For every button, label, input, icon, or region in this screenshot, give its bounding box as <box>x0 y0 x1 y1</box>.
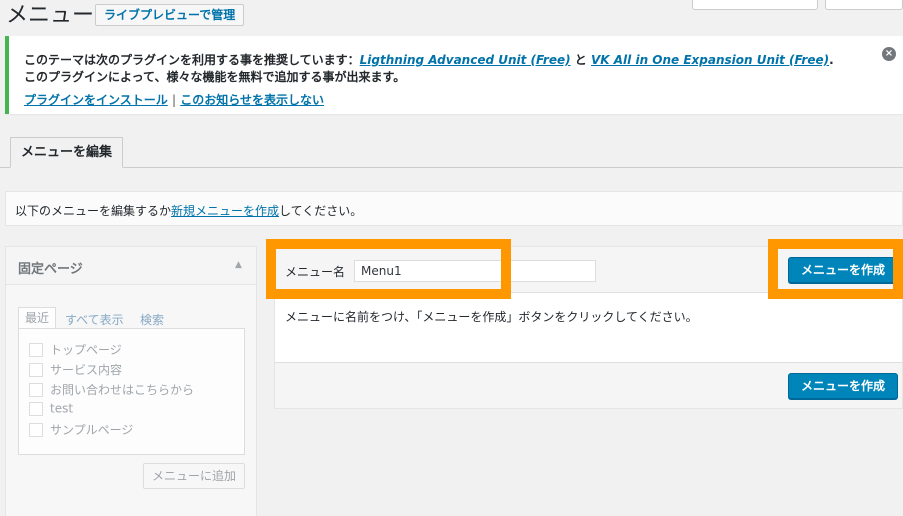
help-tab[interactable] <box>825 0 903 10</box>
list-item[interactable]: サービス内容 <box>29 361 122 381</box>
list-item[interactable]: test <box>29 401 73 421</box>
pages-accordion-body: 最近 すべて表示 検索 トップページ サービス内容 お問い合わせはこちらから t… <box>6 285 256 516</box>
list-item[interactable]: お問い合わせはこちらから <box>29 381 194 401</box>
checkbox[interactable] <box>29 342 43 357</box>
list-item[interactable]: トップページ <box>29 341 122 361</box>
plugin-link-vk-expansion[interactable]: VK All in One Expansion Unit (Free) <box>591 53 829 67</box>
hide-notice-link[interactable]: このお知らせを表示しない <box>180 93 324 107</box>
manage-menus-bar: 以下のメニューを編集するか新規メニューを作成してください。 <box>5 191 903 226</box>
notice-actions: プラグインをインストール | このお知らせを表示しない <box>24 93 324 107</box>
pages-accordion-title: 固定ページ <box>18 262 83 277</box>
install-plugins-link[interactable]: プラグインをインストール <box>24 93 168 107</box>
checkbox[interactable] <box>29 382 43 397</box>
manage-menus-text: 以下のメニューを編集するか新規メニューを作成してください。 <box>15 204 363 218</box>
plugin-notice: このテーマは次のプラグインを利用する事を推奨しています：Ligthning Ad… <box>5 36 903 114</box>
notice-recommendation: このテーマは次のプラグインを利用する事を推奨しています：Ligthning Ad… <box>24 53 834 67</box>
tab-view-all[interactable]: すべて表示 <box>65 311 124 328</box>
checkbox[interactable] <box>29 401 43 416</box>
notice-description: このプラグインによって、様々な機能を無料で追加する事が出来ます。 <box>24 70 406 84</box>
dismiss-icon[interactable]: × <box>882 47 896 61</box>
plugin-link-lightning[interactable]: Ligthning Advanced Unit (Free) <box>360 53 571 67</box>
tab-recent[interactable]: 最近 <box>18 307 57 329</box>
screen-options-tab[interactable] <box>692 0 818 10</box>
page-title: メニュー <box>6 3 95 28</box>
checkbox[interactable] <box>29 422 43 437</box>
add-to-menu-button[interactable]: メニューに追加 <box>143 463 246 489</box>
highlight-create-button <box>768 239 903 299</box>
pages-accordion: 固定ページ ▲ 最近 すべて表示 検索 トップページ サービス内容 お問い合わせ… <box>5 246 257 516</box>
create-new-menu-link[interactable]: 新規メニューを作成 <box>171 204 279 218</box>
pages-accordion-header[interactable]: 固定ページ ▲ <box>6 247 256 285</box>
create-menu-button-bottom[interactable]: メニューを作成 <box>788 373 899 399</box>
highlight-menu-name <box>266 239 511 299</box>
pages-checklist: トップページ サービス内容 お問い合わせはこちらから test サンプルページ <box>18 328 245 455</box>
collapse-arrow-icon[interactable]: ▲ <box>235 260 242 270</box>
checkbox[interactable] <box>29 362 43 377</box>
menu-instructions: メニューに名前をつけ、「メニューを作成」ボタンをクリックしてください。 <box>285 310 698 324</box>
tab-search[interactable]: 検索 <box>140 311 164 328</box>
list-item[interactable]: サンプルページ <box>29 421 133 441</box>
live-preview-button[interactable]: ライブプレビューで管理 <box>95 4 245 26</box>
tab-divider <box>0 167 903 168</box>
tab-edit-menus[interactable]: メニューを編集 <box>10 137 124 168</box>
